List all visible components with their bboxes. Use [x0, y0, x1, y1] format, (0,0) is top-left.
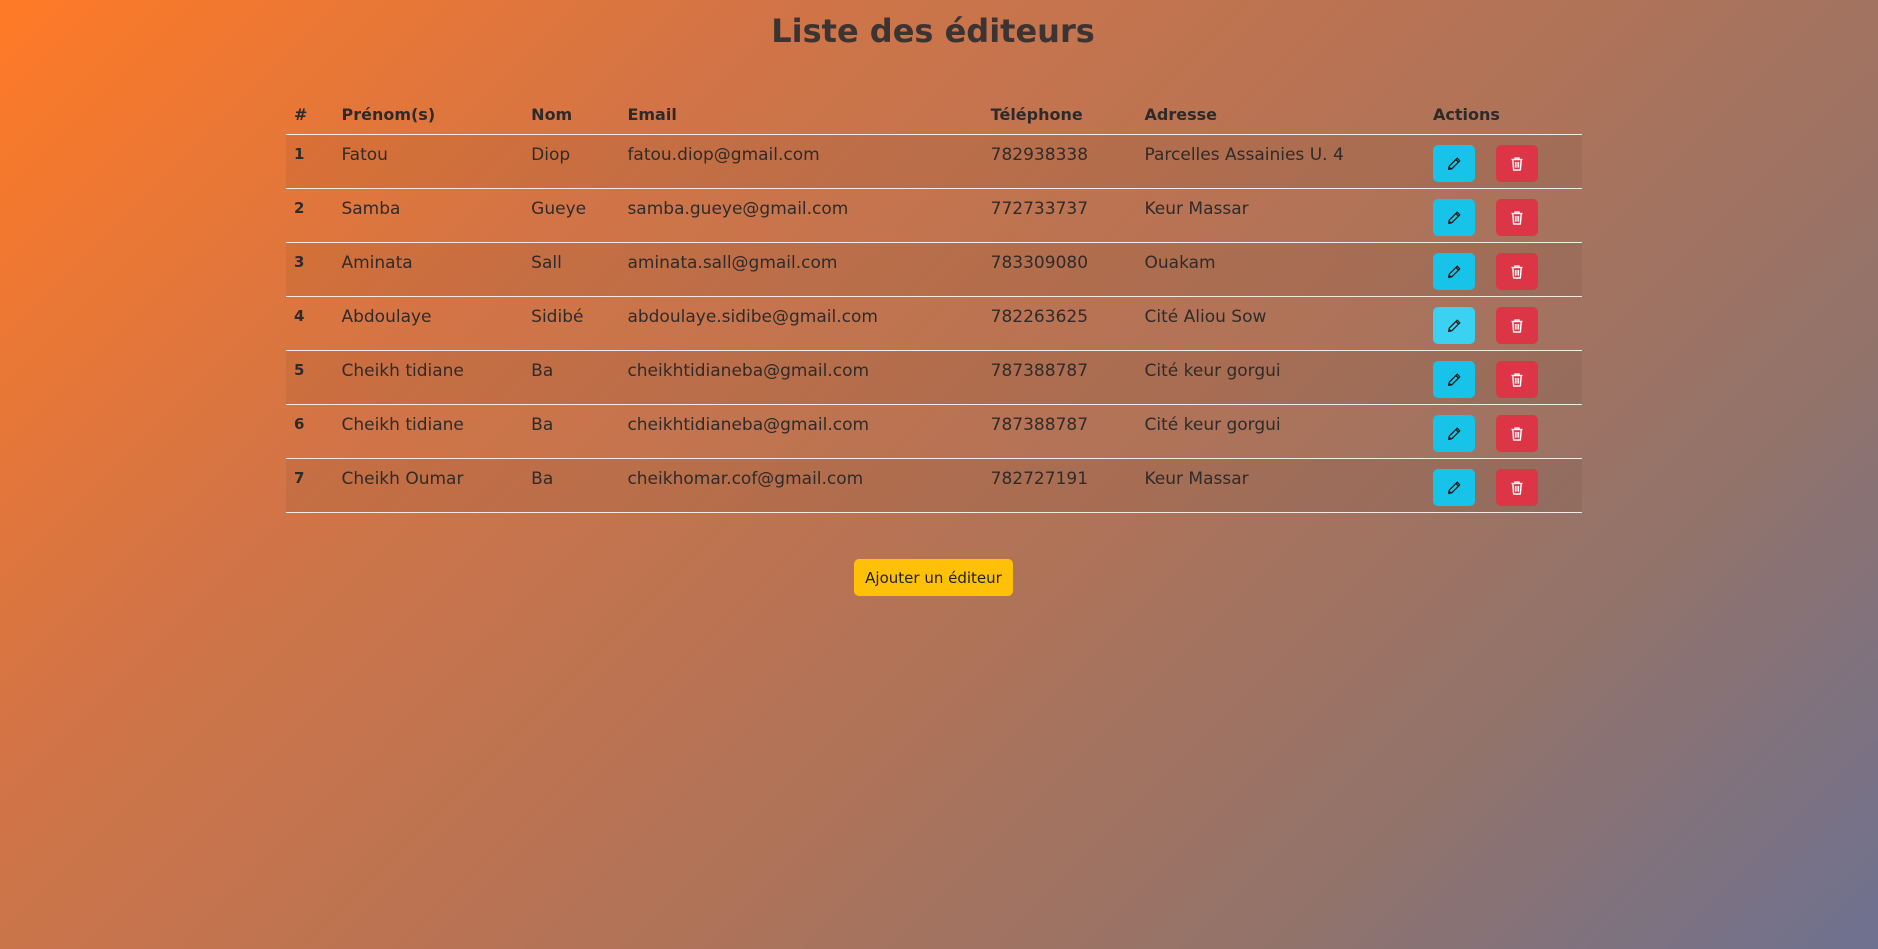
table-row: 1 Fatou Diop fatou.diop@gmail.com 782938338 P… — [286, 134, 1582, 189]
edit-button[interactable] — [1432, 145, 1475, 182]
row-index: 5 — [286, 350, 334, 405]
row-first-name: Aminata — [333, 242, 524, 297]
row-email: samba.gueye@gmail.com — [619, 188, 983, 243]
header-index: # — [286, 95, 334, 135]
header-email: Email — [619, 95, 983, 135]
row-email: fatou.diop@gmail.com — [619, 134, 983, 189]
row-actions — [1424, 242, 1582, 297]
row-actions — [1424, 458, 1582, 513]
row-email: aminata.sall@gmail.com — [619, 242, 983, 297]
page-title: Liste des éditeurs — [771, 12, 1095, 50]
row-index: 6 — [286, 404, 334, 459]
row-actions — [1424, 134, 1582, 189]
row-index: 3 — [286, 242, 334, 297]
table-row: 6 Cheikh tidiane Ba cheikhtidianeba@gmail.c… — [286, 404, 1582, 459]
table-row: 3 Aminata Sall aminata.sall@gmail.com 783309… — [286, 242, 1582, 297]
delete-button[interactable] — [1495, 307, 1538, 344]
row-email: abdoulaye.sidibe@gmail.com — [619, 296, 983, 351]
row-email: cheikhtidianeba@gmail.com — [619, 404, 983, 459]
table-row: 5 Cheikh tidiane Ba cheikhtidianeba@gmail.c… — [286, 350, 1582, 405]
delete-button[interactable] — [1495, 145, 1538, 182]
row-actions — [1424, 296, 1582, 351]
row-index: 4 — [286, 296, 334, 351]
table-row: 7 Cheikh Oumar Ba cheikhomar.cof@gmail.com 7… — [286, 458, 1582, 513]
delete-button[interactable] — [1495, 469, 1538, 506]
table-body: 1 Fatou Diop fatou.diop@gmail.com 782938338 P… — [286, 134, 1582, 513]
row-first-name: Samba — [333, 188, 524, 243]
delete-button[interactable] — [1495, 415, 1538, 452]
edit-button[interactable] — [1432, 415, 1475, 452]
table-header-row: # Prénom(s) Nom Email Téléphone Adresse … — [286, 95, 1582, 135]
row-address: Cité keur gorgui — [1136, 404, 1425, 459]
row-address: Parcelles Assainies U. 4 — [1136, 134, 1425, 189]
row-email: cheikhomar.cof@gmail.com — [619, 458, 983, 513]
row-last-name: Ba — [523, 458, 620, 513]
row-address: Ouakam — [1136, 242, 1425, 297]
delete-button[interactable] — [1495, 199, 1538, 236]
row-first-name: Cheikh Oumar — [333, 458, 524, 513]
row-actions — [1424, 350, 1582, 405]
header-last-name: Nom — [523, 95, 620, 135]
row-phone: 782727191 — [982, 458, 1137, 513]
row-index: 2 — [286, 188, 334, 243]
edit-button[interactable] — [1432, 307, 1475, 344]
row-address: Keur Massar — [1136, 188, 1425, 243]
row-index: 1 — [286, 134, 334, 189]
row-address: Cité keur gorgui — [1136, 350, 1425, 405]
row-last-name: Sidibé — [523, 296, 620, 351]
header-first-name: Prénom(s) — [333, 95, 524, 135]
row-last-name: Ba — [523, 404, 620, 459]
row-actions — [1424, 188, 1582, 243]
row-phone: 782938338 — [982, 134, 1137, 189]
table-row: 2 Samba Gueye samba.gueye@gmail.com 77273373… — [286, 188, 1582, 243]
row-first-name: Cheikh tidiane — [333, 350, 524, 405]
edit-button[interactable] — [1432, 253, 1475, 290]
row-phone: 782263625 — [982, 296, 1137, 351]
header-actions: Actions — [1424, 95, 1582, 135]
editors-table: # Prénom(s) Nom Email Téléphone Adresse … — [286, 95, 1582, 513]
delete-button[interactable] — [1495, 253, 1538, 290]
row-last-name: Diop — [523, 134, 620, 189]
table-row: 4 Abdoulaye Sidibé abdoulaye.sidibe@gmail.c… — [286, 296, 1582, 351]
add-editor-button[interactable]: Ajouter un éditeur — [854, 559, 1013, 596]
row-last-name: Sall — [523, 242, 620, 297]
row-index: 7 — [286, 458, 334, 513]
row-actions — [1424, 404, 1582, 459]
header-address: Adresse — [1136, 95, 1425, 135]
row-phone: 783309080 — [982, 242, 1137, 297]
row-address: Keur Massar — [1136, 458, 1425, 513]
row-address: Cité Aliou Sow — [1136, 296, 1425, 351]
row-last-name: Gueye — [523, 188, 620, 243]
row-email: cheikhtidianeba@gmail.com — [619, 350, 983, 405]
row-last-name: Ba — [523, 350, 620, 405]
edit-button[interactable] — [1432, 469, 1475, 506]
row-phone: 787388787 — [982, 350, 1137, 405]
row-first-name: Cheikh tidiane — [333, 404, 524, 459]
row-phone: 772733737 — [982, 188, 1137, 243]
header-phone: Téléphone — [982, 95, 1137, 135]
edit-button[interactable] — [1432, 199, 1475, 236]
delete-button[interactable] — [1495, 361, 1538, 398]
row-first-name: Abdoulaye — [333, 296, 524, 351]
row-phone: 787388787 — [982, 404, 1137, 459]
row-first-name: Fatou — [333, 134, 524, 189]
edit-button[interactable] — [1432, 361, 1475, 398]
